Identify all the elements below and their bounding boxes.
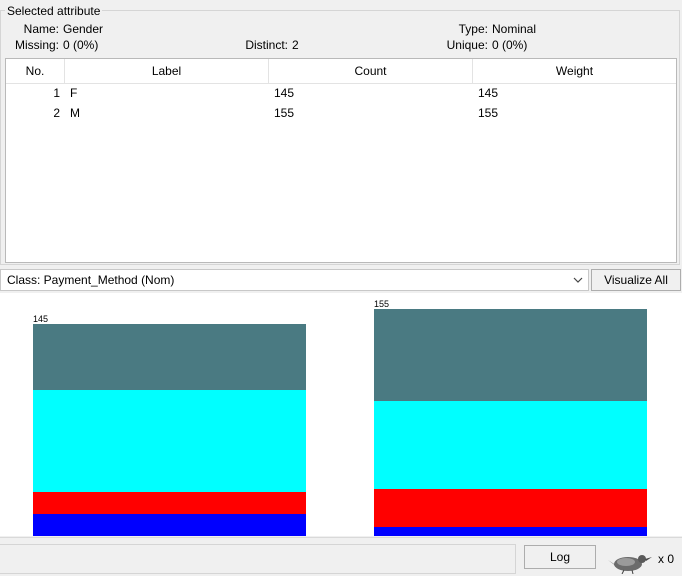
name-label: Name: xyxy=(23,22,59,36)
type-value: Nominal xyxy=(492,22,537,36)
row-label: M xyxy=(70,106,80,120)
bar-segment-M-2 xyxy=(374,489,647,527)
status-bar: Log x 0 xyxy=(0,537,682,576)
table-header: No. Label Count Weight xyxy=(6,59,676,84)
bar-segment-F-2 xyxy=(33,492,306,514)
chevron-down-icon[interactable] xyxy=(572,274,584,286)
attribute-values-table[interactable]: No. Label Count Weight 1 F 145 145 2 M 1… xyxy=(5,58,677,263)
status-message-panel xyxy=(0,544,516,574)
column-header-no[interactable]: No. xyxy=(6,59,65,83)
class-select-value: Class: Payment_Method (Nom) xyxy=(7,273,175,287)
type-label: Type: xyxy=(458,22,488,36)
class-distribution-chart: 145 155 xyxy=(0,293,682,536)
visualize-all-button[interactable]: Visualize All xyxy=(591,269,681,291)
bar-segment-M-0 xyxy=(374,309,647,401)
table-row[interactable]: 2 M 155 155 xyxy=(6,103,676,123)
name-value: Gender xyxy=(63,22,104,36)
distinct-value: 2 xyxy=(292,38,299,52)
missing-label: Missing: xyxy=(14,38,59,52)
log-button[interactable]: Log xyxy=(524,545,596,569)
row-number: 2 xyxy=(53,106,60,120)
task-count: x 0 xyxy=(658,552,675,566)
bar-segment-F-1 xyxy=(33,390,306,492)
bar-segment-F-3 xyxy=(33,514,306,536)
missing-value: 0 (0%) xyxy=(63,38,99,52)
panel-title: Selected attribute xyxy=(5,4,103,18)
column-header-weight[interactable]: Weight xyxy=(473,59,676,83)
weka-bird-icon[interactable] xyxy=(606,548,654,574)
bar-segment-M-3 xyxy=(374,527,647,536)
table-row[interactable]: 1 F 145 145 xyxy=(6,83,676,103)
row-count: 145 xyxy=(274,86,295,100)
row-label: F xyxy=(70,86,78,100)
distinct-label: Distinct: xyxy=(245,38,288,52)
row-weight: 155 xyxy=(478,106,499,120)
row-weight: 145 xyxy=(478,86,499,100)
row-count: 155 xyxy=(274,106,295,120)
unique-label: Unique: xyxy=(446,38,488,52)
bar-total-label: 145 xyxy=(33,314,49,324)
row-number: 1 xyxy=(53,86,60,100)
bar-total-label: 155 xyxy=(374,299,390,309)
column-header-label[interactable]: Label xyxy=(65,59,269,83)
column-header-count[interactable]: Count xyxy=(269,59,473,83)
bar-segment-F-0 xyxy=(33,324,306,390)
unique-value: 0 (0%) xyxy=(492,38,528,52)
bar-segment-M-1 xyxy=(374,401,647,489)
class-attribute-select[interactable]: Class: Payment_Method (Nom) xyxy=(0,269,589,291)
